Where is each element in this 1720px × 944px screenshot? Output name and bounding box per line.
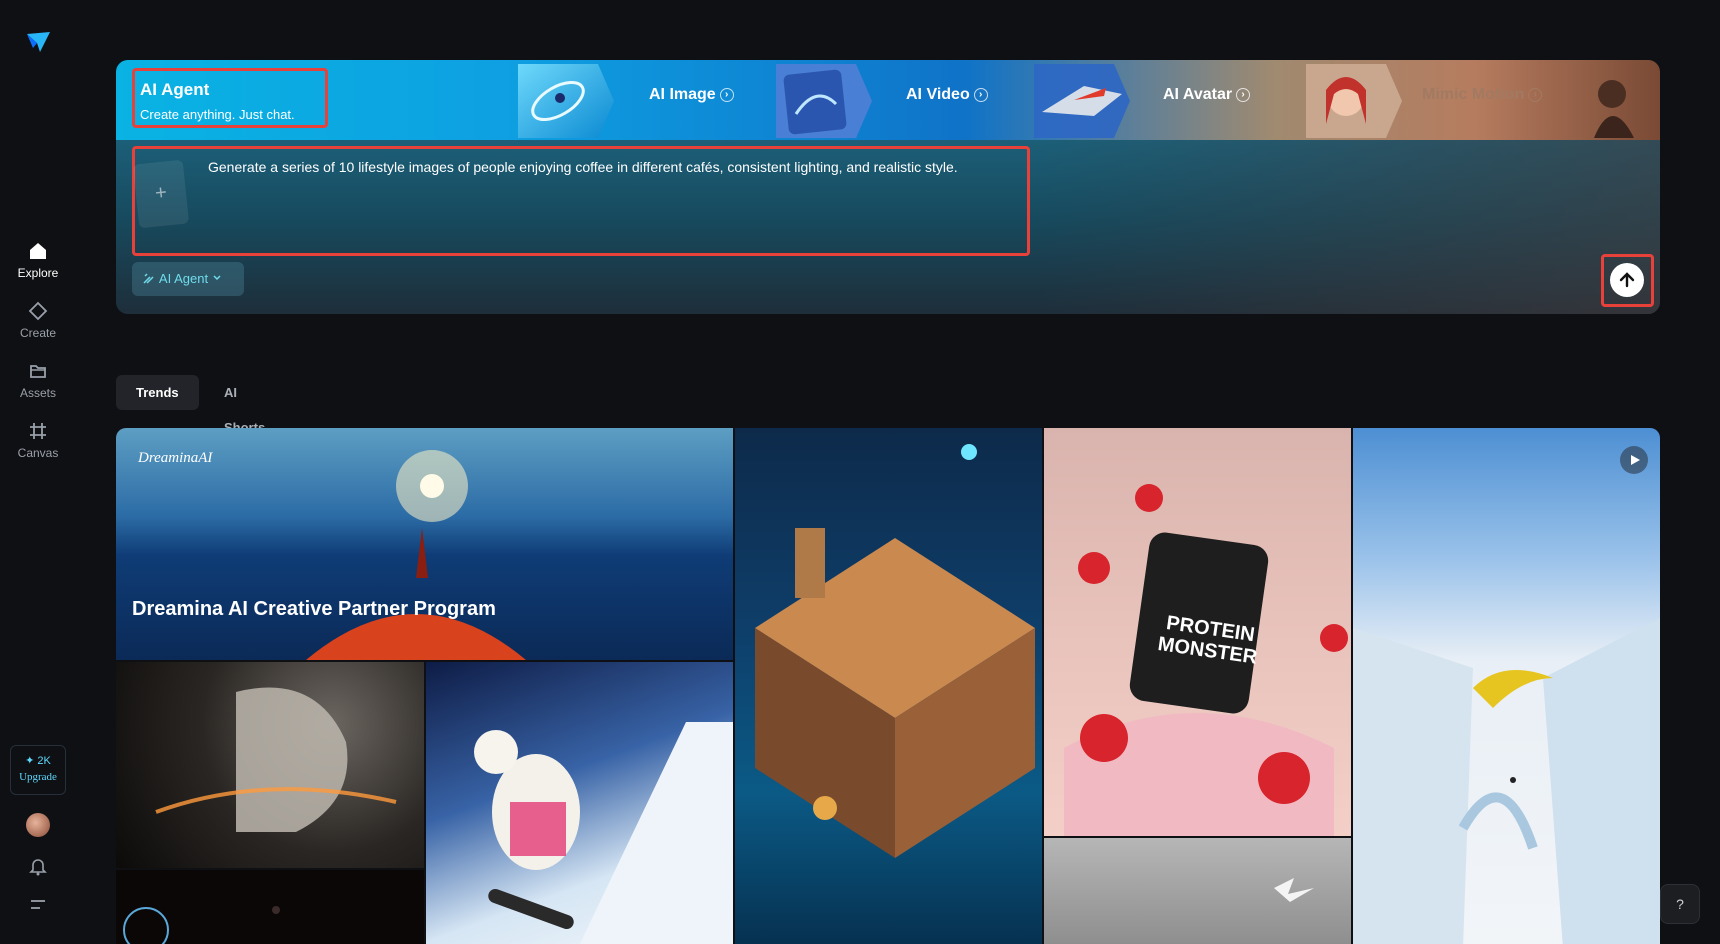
- gallery-item-polar-bear[interactable]: [426, 662, 733, 944]
- send-button[interactable]: [1610, 263, 1644, 297]
- sidebar-item-canvas[interactable]: Canvas: [0, 420, 76, 460]
- avatar[interactable]: [26, 813, 50, 837]
- sidebar-item-label: Create: [19, 326, 57, 340]
- sidebar-item-assets[interactable]: Assets: [0, 360, 76, 400]
- prompt-input[interactable]: Generate a series of 10 lifestyle images…: [208, 158, 1028, 176]
- upload-reference-button[interactable]: +: [132, 159, 190, 229]
- home-icon: [30, 243, 46, 259]
- bubbles-artwork: [123, 906, 280, 944]
- mimic-motion-thumbnail: [1306, 64, 1402, 138]
- sidebar-item-label: Explore: [17, 266, 59, 280]
- banner-title: Dreamina AI Creative Partner Program: [132, 598, 496, 620]
- agent-title[interactable]: AI Agent: [140, 80, 209, 100]
- banner-card[interactable]: DreaminaAI Dreamina AI Creative Partner …: [116, 428, 733, 660]
- canvas-icon: [30, 423, 46, 439]
- help-button[interactable]: ?: [1660, 884, 1700, 924]
- tab-ai-shorts[interactable]: AI Shorts: [204, 375, 285, 435]
- sidebar-item-label: Canvas: [17, 446, 59, 460]
- tab-trends[interactable]: Trends: [116, 375, 199, 410]
- sparkle-icon: [143, 273, 154, 284]
- underwater-artwork: [755, 444, 1035, 858]
- help-icon: ?: [1676, 896, 1684, 912]
- gallery-grid: DreaminaAI Dreamina AI Creative Partner …: [116, 428, 1660, 944]
- tab-ai-image[interactable]: AI Image ›: [649, 86, 734, 104]
- sidebar-item-explore[interactable]: Explore: [0, 240, 76, 280]
- play-triangle-icon: [1631, 455, 1640, 465]
- bell-icon[interactable]: [27, 855, 49, 877]
- dreamina-logo[interactable]: [24, 28, 52, 56]
- sidebar-item-label: Assets: [19, 386, 56, 400]
- glacier-artwork: [1353, 618, 1660, 944]
- tab-ai-video-label: AI Video: [906, 86, 970, 103]
- upgrade-button[interactable]: ✦ 2K Upgrade: [10, 745, 66, 795]
- credits-count: ✦ 2K: [25, 755, 51, 767]
- chevron-right-icon: ›: [973, 88, 988, 102]
- mimic-motion-figure-thumbnail: [1594, 80, 1634, 138]
- gallery-item-gray-bird[interactable]: [1044, 838, 1351, 944]
- sidebar: Explore Create Assets Canvas ✦ 2K Upgrad…: [0, 0, 76, 944]
- chevron-right-icon: ›: [719, 88, 734, 102]
- tab-ai-video[interactable]: AI Video ›: [906, 86, 988, 104]
- plus-icon: +: [153, 181, 168, 205]
- folder-icon: [30, 365, 46, 378]
- menu-icon[interactable]: [27, 894, 49, 916]
- gallery-item-bubbles[interactable]: [116, 870, 424, 944]
- gallery-item-underwater-city[interactable]: [735, 428, 1042, 944]
- sidebar-item-create[interactable]: Create: [0, 300, 76, 340]
- tab-mimic-motion[interactable]: Mimic Motion ›: [1422, 86, 1543, 104]
- ai-video-thumbnail: [776, 64, 872, 138]
- agent-mode-select[interactable]: AI Agent: [132, 262, 244, 296]
- chevron-right-icon: ›: [1236, 88, 1251, 102]
- bird-artwork: [1274, 878, 1314, 902]
- polar-bear-artwork: [474, 722, 733, 944]
- statue-artwork: [155, 687, 397, 832]
- play-icon[interactable]: [1620, 446, 1648, 474]
- chevron-right-icon: ›: [1528, 88, 1543, 102]
- agent-mode-label: AI Agent: [158, 271, 209, 286]
- tab-mimic-motion-label: Mimic Motion: [1422, 86, 1525, 103]
- gallery-item-protein-monster[interactable]: PROTEIN MONSTER: [1044, 428, 1351, 836]
- tab-ai-image-label: AI Image: [649, 86, 716, 103]
- ai-avatar-thumbnail: [1034, 64, 1130, 138]
- gallery-item-glacier[interactable]: [1353, 428, 1660, 944]
- tab-ai-avatar-label: AI Avatar: [1163, 86, 1233, 103]
- agent-subtitle: Create anything. Just chat.: [140, 107, 295, 122]
- arrow-up-icon: [1619, 272, 1635, 288]
- ai-image-thumbnail: [518, 64, 614, 138]
- upgrade-label: Upgrade: [19, 771, 57, 783]
- chevron-down-icon: [213, 275, 221, 281]
- diamond-icon: [28, 301, 48, 321]
- tab-ai-avatar[interactable]: AI Avatar ›: [1163, 86, 1251, 104]
- dreamina-banner-logo: DreaminaAI: [138, 450, 213, 466]
- gallery-item-statue[interactable]: [116, 662, 424, 868]
- hero-panel: AI Agent Create anything. Just chat. AI …: [116, 60, 1660, 314]
